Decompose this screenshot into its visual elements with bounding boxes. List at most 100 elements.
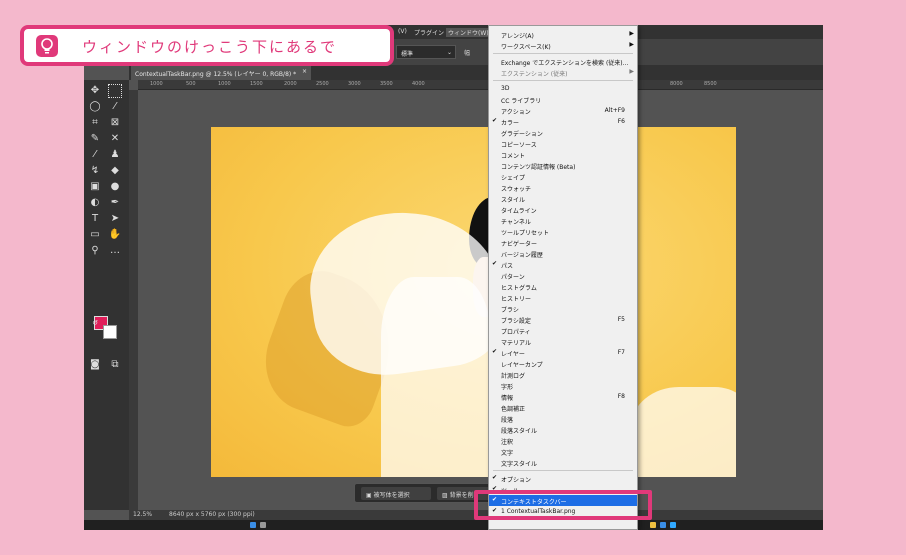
zoom-icon[interactable]: ⚲ (88, 244, 102, 258)
menu-item-label: スタイル (501, 197, 526, 204)
os-taskbar (84, 520, 823, 530)
menu-item[interactable]: グラデーション (489, 127, 637, 138)
menu-item[interactable]: 段落 (489, 413, 637, 424)
menu-item[interactable]: パターン (489, 270, 637, 281)
marquee-icon[interactable] (108, 84, 122, 98)
menu-item[interactable]: ✔ レイヤー F7 (489, 347, 637, 358)
menu-item[interactable]: エクステンション (従来) ▶ (489, 67, 637, 78)
crop-icon[interactable]: ⌗ (88, 116, 102, 130)
menu-item-label: CC ライブラリ (501, 98, 542, 105)
more-icon[interactable]: … (108, 244, 122, 258)
canvas-garment-right (631, 387, 736, 477)
menu-item[interactable]: 字形 (489, 380, 637, 391)
menu-item-label: 文字スタイル (501, 461, 538, 468)
menu-item[interactable]: レイヤーカンプ (489, 358, 637, 369)
lasso-icon[interactable]: ◯ (88, 100, 102, 114)
move-icon[interactable]: ✥ (88, 84, 102, 98)
mode-dropdown[interactable]: 標準 ⌄ (396, 45, 456, 59)
submenu-arrow-icon: ▶ (629, 30, 634, 37)
menu-item[interactable]: チャンネル (489, 215, 637, 226)
eyedropper-icon[interactable]: ✎ (88, 132, 102, 146)
menu-item[interactable]: アクション Alt+F9 (489, 105, 637, 116)
ruler-mark: 3000 (348, 81, 361, 87)
menu-item[interactable]: コピーソース (489, 138, 637, 149)
magic-wand-icon[interactable]: ⁄ (108, 100, 122, 114)
healing-icon[interactable]: ✕ (108, 132, 122, 146)
document-tab[interactable]: ContextualTaskBar.png @ 12.5% (レイヤー 0, R… (131, 65, 311, 80)
menu-item[interactable]: タイムライン (489, 204, 637, 215)
dodge-icon[interactable]: ◐ (88, 196, 102, 210)
background-color-swatch[interactable] (103, 325, 117, 339)
lightbulb-icon (36, 35, 58, 57)
menu-item[interactable]: プロパティ (489, 325, 637, 336)
check-icon: ✔ (492, 474, 498, 481)
menu-item-label: 段落スタイル (501, 428, 538, 435)
menu-item[interactable]: スタイル (489, 193, 637, 204)
menu-item[interactable]: ✔ オプション (489, 473, 637, 484)
path-select-icon[interactable]: ➤ (108, 212, 122, 226)
menu-item[interactable]: ツールプリセット (489, 226, 637, 237)
check-icon: ✔ (492, 348, 498, 355)
menu-item[interactable]: コンテンツ認証情報 (Beta) (489, 160, 637, 171)
menu-item[interactable]: Exchange でエクステンションを検索 (従来)... (489, 56, 637, 67)
menu-item[interactable]: シェイプ (489, 171, 637, 182)
menu-item[interactable]: マテリアル (489, 336, 637, 347)
menu-item[interactable]: 文字スタイル (489, 457, 637, 468)
menu-item[interactable]: アレンジ(A) ▶ (489, 29, 637, 40)
menu-item[interactable]: ブラシ (489, 303, 637, 314)
document-canvas[interactable] (211, 127, 736, 477)
shape-icon[interactable]: ▭ (88, 228, 102, 242)
menu-plugins[interactable]: プラグイン (414, 28, 444, 37)
frame-icon[interactable]: ⊠ (108, 116, 122, 130)
menu-item[interactable]: バージョン履歴 (489, 248, 637, 259)
browser-icon[interactable] (660, 522, 666, 528)
gradient-icon[interactable]: ▣ (88, 180, 102, 194)
menu-item[interactable]: 注釈 (489, 435, 637, 446)
search-icon[interactable] (260, 522, 266, 528)
menu-item[interactable]: 情報 F8 (489, 391, 637, 402)
menu-window[interactable]: ウィンドウ(W) (446, 28, 491, 37)
width-label: 幅 (464, 50, 471, 57)
explorer-icon[interactable] (650, 522, 656, 528)
type-icon[interactable]: T (88, 212, 102, 226)
select-subject-button[interactable]: ▣ 被写体を選択 (361, 487, 431, 500)
menu-item-shortcut: F5 (617, 316, 625, 323)
menu-item[interactable]: ✔ パス (489, 259, 637, 270)
window-menu: アレンジ(A) ▶ ワークスペース(K) ▶ Exchange でエクステンションを検索… (488, 25, 638, 530)
blur-icon[interactable]: ● (108, 180, 122, 194)
menu-item-label: シェイプ (501, 175, 526, 182)
pen-icon[interactable]: ✒ (108, 196, 122, 210)
menu-item[interactable]: ✔ カラー F6 (489, 116, 637, 127)
hand-icon[interactable]: ✋ (108, 228, 122, 242)
menu-item[interactable]: ナビゲーター (489, 237, 637, 248)
menu-item[interactable]: 計測ログ (489, 369, 637, 380)
swap-colors-icon[interactable]: ↺ (88, 316, 102, 330)
menu-view[interactable]: (V) (398, 28, 407, 35)
menu-item-label: ヒストリー (501, 296, 532, 303)
photoshop-icon[interactable] (670, 522, 676, 528)
ruler-mark: 1000 (150, 81, 163, 87)
screen-mode-icon[interactable]: ⧉ (108, 358, 122, 372)
brush-icon[interactable]: ⁄ (88, 148, 102, 162)
menu-item[interactable]: コメント (489, 149, 637, 160)
close-icon[interactable]: × (302, 68, 307, 75)
menu-item[interactable]: 文字 (489, 446, 637, 457)
menu-item[interactable]: ブラシ設定 F5 (489, 314, 637, 325)
menu-item[interactable]: ヒストグラム (489, 281, 637, 292)
menu-item-label: チャンネル (501, 219, 531, 226)
start-icon[interactable] (250, 522, 256, 528)
menu-item[interactable]: ヒストリー (489, 292, 637, 303)
quick-mask-icon[interactable]: ◙ (88, 358, 102, 372)
menu-item[interactable]: CC ライブラリ (489, 94, 637, 105)
canvas-garment (381, 277, 491, 477)
menu-item[interactable]: 段落スタイル (489, 424, 637, 435)
menu-item[interactable]: 3D (489, 83, 637, 94)
menu-item[interactable]: スウォッチ (489, 182, 637, 193)
menu-item[interactable]: 色調補正 (489, 402, 637, 413)
history-brush-icon[interactable]: ↯ (88, 164, 102, 178)
image-icon: ▨ (442, 492, 450, 499)
eraser-icon[interactable]: ◆ (108, 164, 122, 178)
stamp-icon[interactable]: ♟ (108, 148, 122, 162)
zoom-level[interactable]: 12.5% (133, 511, 152, 518)
menu-item[interactable]: ワークスペース(K) ▶ (489, 40, 637, 51)
